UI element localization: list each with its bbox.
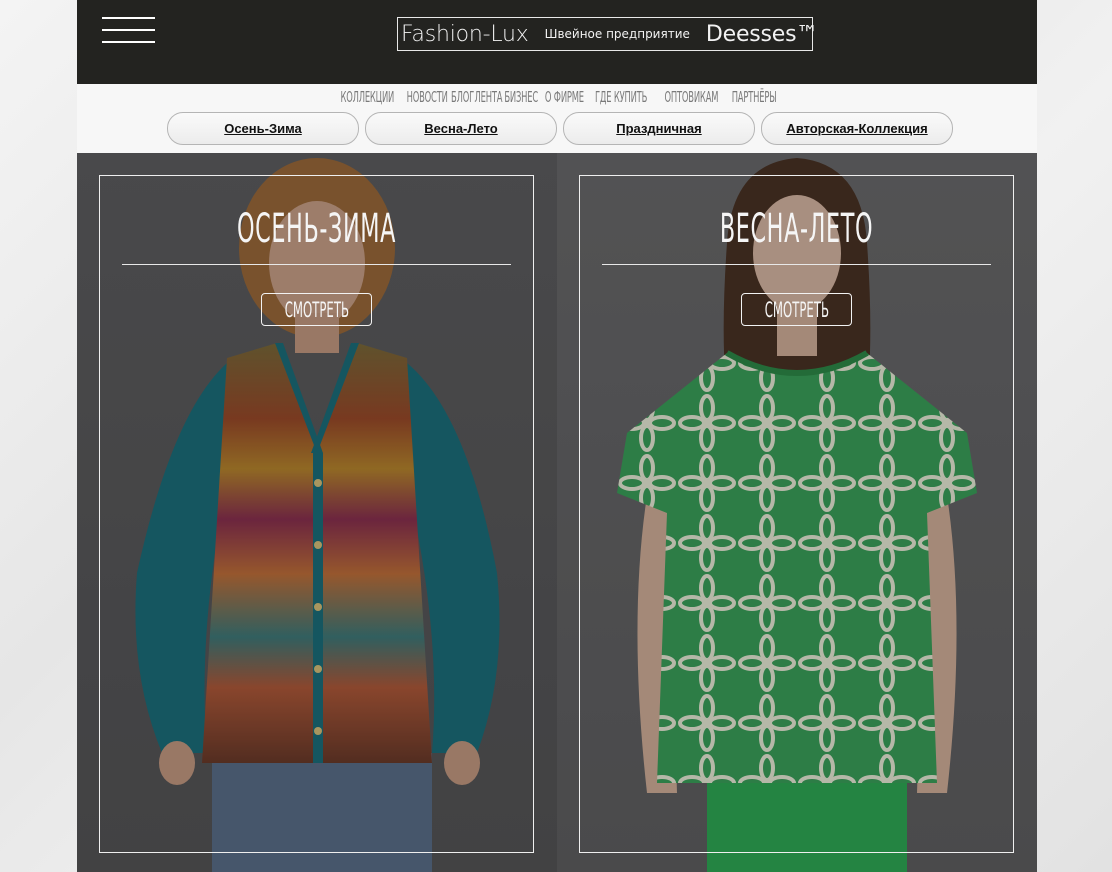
pill-festive[interactable]: Праздничная [563, 112, 755, 145]
menu-item-business[interactable]: Бизнес [505, 88, 539, 106]
panel-frame: Осень-Зима Смотреть [99, 175, 534, 853]
menu-item-where-to-buy[interactable]: Где купить [595, 88, 647, 106]
panel-spring-summer[interactable]: Весна-Лето Смотреть [557, 153, 1037, 872]
pill-author-collection[interactable]: Авторская-Коллекция [761, 112, 953, 145]
collection-pills: Осень-Зима Весна-Лето Праздничная Авторс… [167, 112, 953, 145]
menu-item-collections[interactable]: Коллекции [340, 88, 394, 106]
menu-item-news[interactable]: Новости [407, 88, 448, 106]
menu-item-about[interactable]: О фирме [545, 88, 584, 106]
site-header: Fashion-Lux Швейное предприятие Deesses™ [77, 0, 1037, 84]
logo-brand: Deesses™ [705, 21, 819, 47]
site-logo[interactable]: Fashion-Lux Швейное предприятие Deesses™ [397, 17, 818, 51]
panel-title-autumn-winter: Осень-Зима [236, 206, 397, 252]
menu-item-blog[interactable]: Блог [451, 88, 474, 106]
pill-spring-summer[interactable]: Весна-Лето [365, 112, 557, 145]
panel-title-spring-summer: Весна-Лето [719, 206, 874, 252]
view-button-label: Смотреть [284, 297, 349, 322]
view-spring-summer-button[interactable]: Смотреть [741, 293, 852, 326]
pill-autumn-winter[interactable]: Осень-Зима [167, 112, 359, 145]
logo-main-text: Fashion-Lux [401, 21, 529, 47]
menu-item-wholesale[interactable]: Оптовикам [664, 88, 718, 106]
hamburger-menu-icon[interactable] [102, 17, 155, 45]
title-divider [602, 264, 991, 265]
top-menu: Коллекции Новости Блог Лента Бизнес О фи… [77, 88, 1037, 106]
panel-autumn-winter[interactable]: Осень-Зима Смотреть [77, 153, 557, 872]
view-autumn-winter-button[interactable]: Смотреть [261, 293, 372, 326]
main-navigation: Коллекции Новости Блог Лента Бизнес О фи… [77, 84, 1037, 153]
menu-item-feed[interactable]: Лента [474, 88, 502, 106]
panel-frame: Весна-Лето Смотреть [579, 175, 1014, 853]
menu-item-partners[interactable]: Партнёры [732, 88, 777, 106]
logo-subtitle: Швейное предприятие [544, 27, 690, 41]
title-divider [122, 264, 511, 265]
view-button-label: Смотреть [764, 297, 829, 322]
page: Fashion-Lux Швейное предприятие Deesses™… [77, 0, 1037, 872]
